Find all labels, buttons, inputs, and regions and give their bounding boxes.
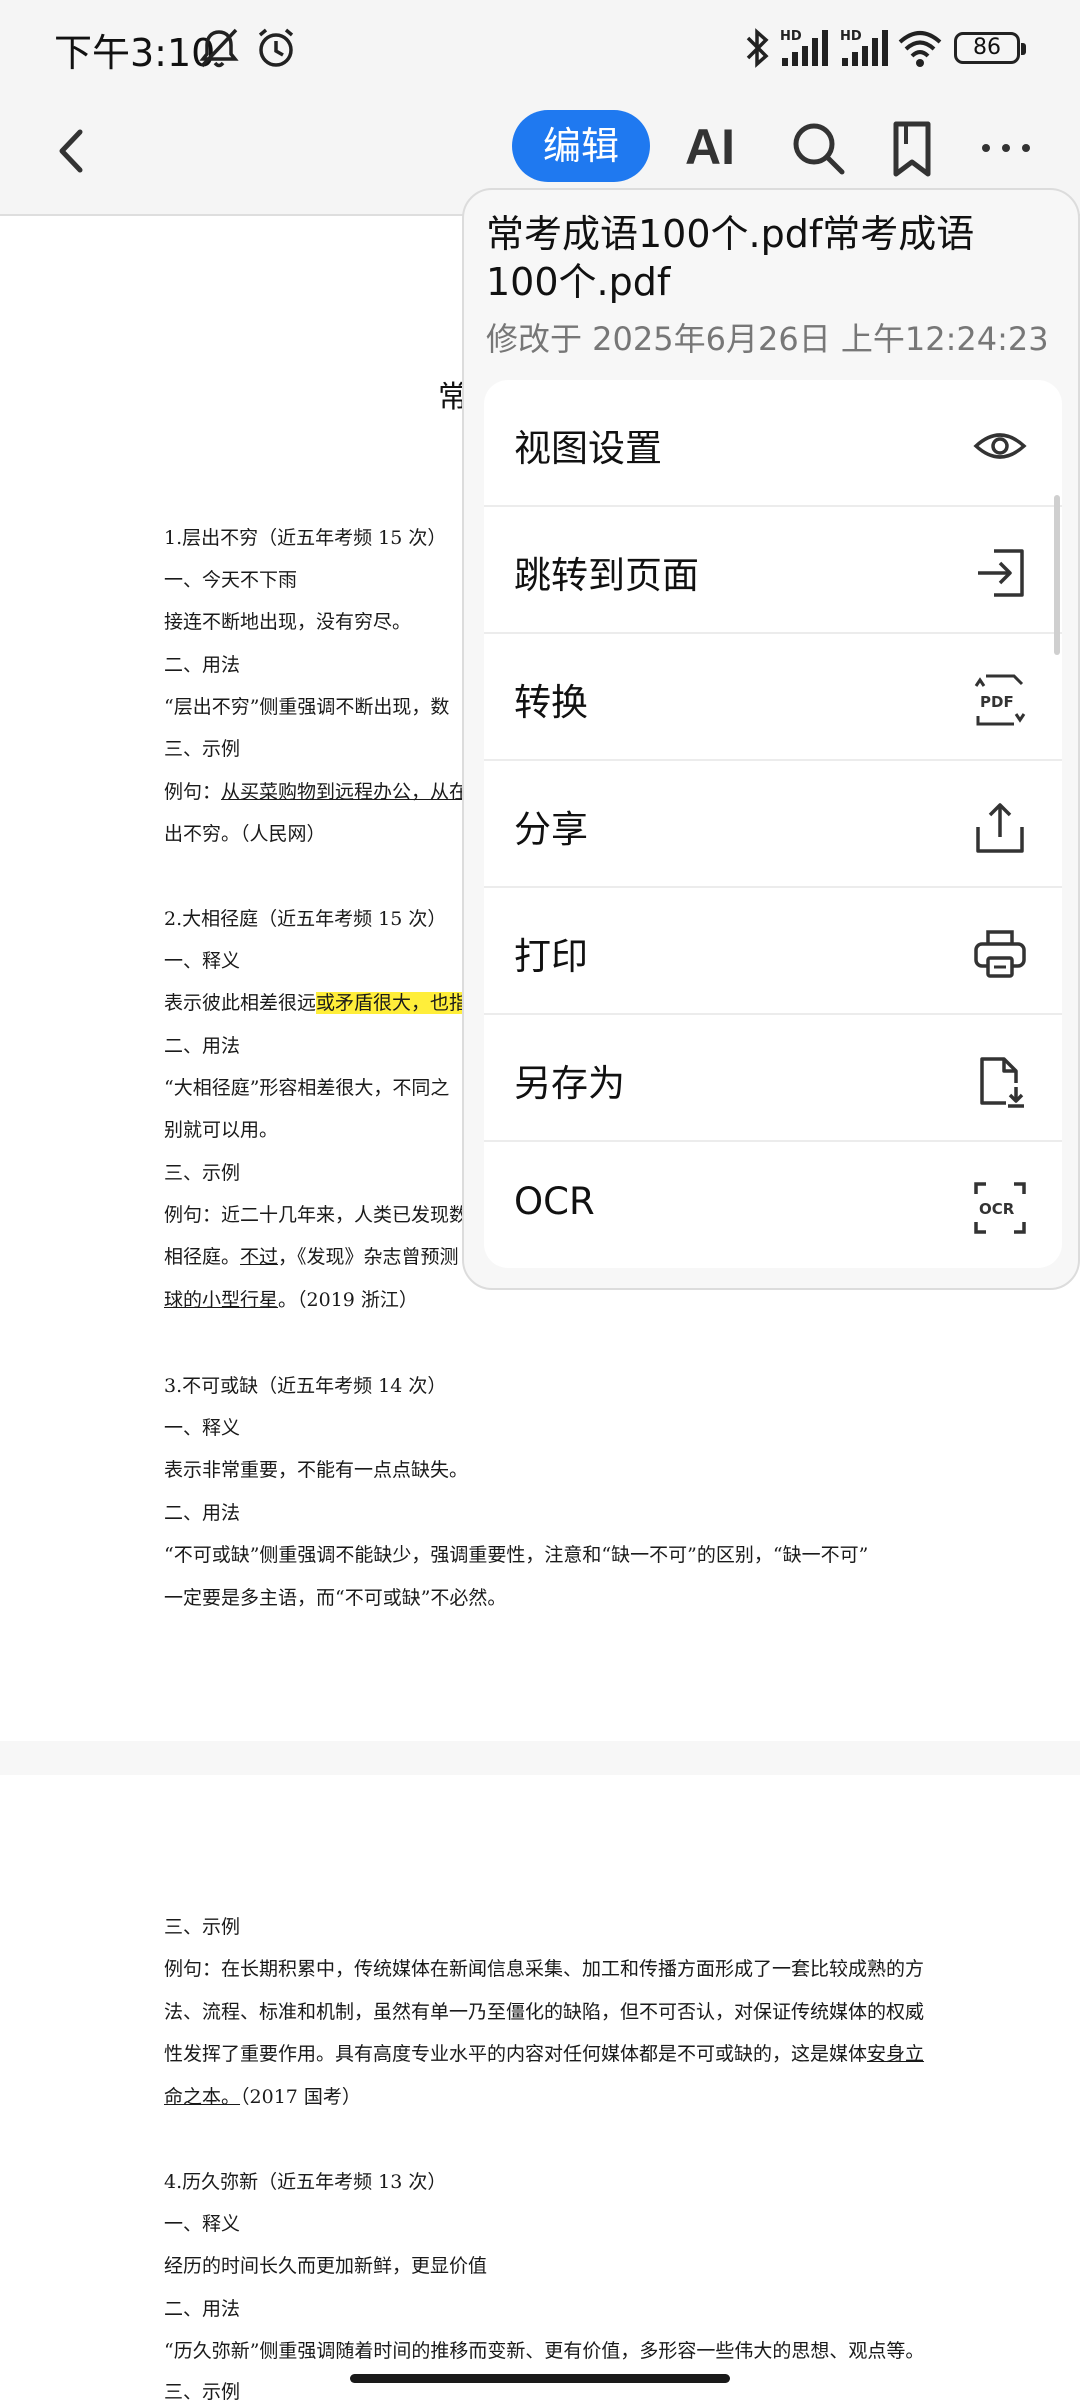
menu-item-label: 分享: [514, 808, 588, 851]
doc-line: 经历的时间长久而更加新鲜，更显价值: [164, 2255, 488, 2277]
doc-line: 三、示例: [164, 2381, 241, 2400]
doc-text: 。（2019 浙江）: [278, 1289, 418, 1311]
ai-button[interactable]: AI: [685, 112, 745, 182]
menu-item-save-as[interactable]: 另存为: [484, 1015, 1062, 1142]
doc-line: 接连不断地出现，没有穷尽。: [164, 611, 412, 633]
doc-line: “层出不穷”侧重强调不断出现，数: [164, 696, 450, 718]
status-time: 下午3:10: [54, 31, 216, 75]
menu-item-label: 转换: [514, 681, 588, 724]
svg-text:PDF: PDF: [980, 693, 1014, 711]
doc-text: 相径庭。: [164, 1246, 241, 1268]
doc-text: （2017 国考）: [240, 2086, 361, 2108]
svg-text:HD: HD: [840, 29, 862, 44]
home-indicator[interactable]: [350, 2374, 730, 2383]
doc-line: 一定要是多主语，而“不可或缺”不必然。: [164, 1587, 507, 1609]
signal-hd-icon: HD: [780, 29, 828, 66]
doc-line: 命之本。（2017 国考）: [164, 2085, 361, 2109]
menu-item-print[interactable]: 打印: [484, 888, 1062, 1015]
doc-line: “不可或缺”侧重强调不能缺少，强调重要性，注意和“缺一不可”的区别，“缺一不可”: [164, 1544, 869, 1566]
menu-item-label: 跳转到页面: [514, 554, 699, 597]
wifi-icon: [898, 31, 942, 67]
doc-line: 二、用法: [164, 2298, 241, 2320]
doc-line: 二、用法: [164, 654, 241, 676]
menu-item-label: 打印: [514, 935, 588, 978]
doc-text: 表示彼此相差很远: [164, 992, 317, 1014]
doc-underline-text: 从买菜购物到远程办公，从在: [221, 781, 469, 803]
doc-underline-text: 球的小型行星: [164, 1289, 279, 1311]
doc-line: 别就可以用。: [164, 1119, 279, 1141]
doc-line: 例句：近二十几年来，人类已发现数: [164, 1204, 469, 1226]
doc-line: 出不穷。（人民网）: [164, 823, 326, 845]
menu-item-view-settings[interactable]: 视图设置: [484, 380, 1062, 507]
doc-line: 1.层出不穷（近五年考频 15 次）: [164, 527, 447, 549]
doc-line: 2.大相径庭（近五年考频 15 次）: [164, 908, 447, 930]
doc-text: 例句：: [164, 781, 222, 803]
doc-line: 三、示例: [164, 1916, 241, 1938]
jump-to-page-icon: [978, 549, 1024, 597]
doc-line: 三、示例: [164, 1162, 241, 1184]
bluetooth-icon: [746, 28, 769, 68]
menu-list: 视图设置 跳转到页面 转换 PDF 分享 打印 另存为 OCR OCR: [484, 380, 1062, 1268]
svg-text:HD: HD: [780, 29, 802, 44]
menu-item-ocr[interactable]: OCR OCR: [484, 1142, 1062, 1268]
doc-line: 法、流程、标准和机制，虽然有单一乃至僵化的缺陷，但不可否认，对保证传统媒体的权威: [164, 2001, 925, 2023]
doc-line: 一、今天不下雨: [164, 569, 298, 591]
edit-button[interactable]: 编辑: [512, 110, 650, 182]
pdf-convert-icon: PDF: [974, 674, 1026, 726]
bookmark-icon[interactable]: [880, 116, 944, 180]
doc-line: 一、释义: [164, 1417, 241, 1439]
status-bar: 下午3:10 HD HD 86: [0, 0, 1080, 96]
doc-line: “大相径庭”形容相差很大，不同之: [164, 1077, 450, 1099]
printer-icon: [974, 930, 1026, 978]
more-options-icon[interactable]: [974, 116, 1038, 180]
doc-line: 球的小型行星。（2019 浙江）: [164, 1288, 418, 1312]
menu-item-convert[interactable]: 转换 PDF: [484, 634, 1062, 761]
share-icon: [976, 803, 1024, 853]
menu-scrollbar[interactable]: [1054, 495, 1060, 655]
doc-line: 表示彼此相差很远或矛盾很大，也指: [164, 991, 469, 1015]
doc-line: 一、释义: [164, 950, 241, 972]
back-button[interactable]: [40, 116, 110, 186]
doc-line: 4.历久弥新（近五年考频 13 次）: [164, 2171, 447, 2193]
doc-underline-text: 命之本。: [164, 2086, 241, 2108]
menu-file-title: 常考成语100个.pdf常考成语100个.pdf: [486, 212, 975, 304]
doc-underline-text: 安身立: [867, 2043, 925, 2065]
menu-item-label: OCR: [514, 1180, 595, 1223]
signal-hd-2-icon: HD: [840, 29, 888, 66]
menu-item-share[interactable]: 分享: [484, 761, 1062, 888]
doc-underline-text: 不过: [240, 1246, 279, 1268]
doc-highlight-text: 或矛盾很大，也指: [316, 992, 469, 1014]
menu-item-label: 另存为: [514, 1062, 625, 1105]
doc-line: 性发挥了重要作用。具有高度专业水平的内容对任何媒体都是不可或缺的，这是媒体安身立: [164, 2042, 924, 2066]
menu-item-jump-to-page[interactable]: 跳转到页面: [484, 507, 1062, 634]
svg-text:OCR: OCR: [979, 1200, 1015, 1218]
doc-text: ，《发现》杂志曾预测: [278, 1246, 459, 1268]
doc-line: 例句：从买菜购物到远程办公，从在: [164, 780, 468, 804]
page-separator: [0, 1741, 1080, 1775]
doc-line: 表示非常重要，不能有一点点缺失。: [164, 1459, 469, 1481]
menu-item-label: 视图设置: [514, 427, 662, 470]
doc-line: “历久弥新”侧重强调随着时间的推移而变新、更有价值，多形容一些伟大的思想、观点等…: [164, 2340, 925, 2362]
alarm-icon: [258, 28, 294, 67]
doc-line: 相径庭。不过，《发现》杂志曾预测: [164, 1245, 459, 1269]
menu-modified-time: 修改于 2025年6月26日 上午12:24:23: [486, 320, 1049, 358]
doc-text: 性发挥了重要作用。具有高度专业水平的内容对任何媒体都是不可或缺的，这是媒体: [164, 2043, 868, 2065]
doc-line: 三、示例: [164, 738, 241, 760]
doc-line: 二、用法: [164, 1035, 241, 1057]
doc-line: 3.不可或缺（近五年考频 14 次）: [164, 1375, 447, 1397]
more-options-menu: 常考成语100个.pdf常考成语100个.pdf 修改于 2025年6月26日 …: [462, 188, 1080, 1290]
eye-icon: [973, 433, 1027, 459]
doc-line: 一、释义: [164, 2213, 241, 2235]
doc-line: 二、用法: [164, 1502, 241, 1524]
save-as-icon: [980, 1057, 1024, 1108]
doc-line: 例句：在长期积累中，传统媒体在新闻信息采集、加工和传播方面形成了一套比较成熟的方: [164, 1958, 925, 1980]
mute-icon: [199, 28, 239, 68]
search-icon[interactable]: [786, 116, 850, 180]
battery-indicator: 86: [954, 32, 1026, 64]
ocr-icon: OCR: [974, 1182, 1026, 1234]
